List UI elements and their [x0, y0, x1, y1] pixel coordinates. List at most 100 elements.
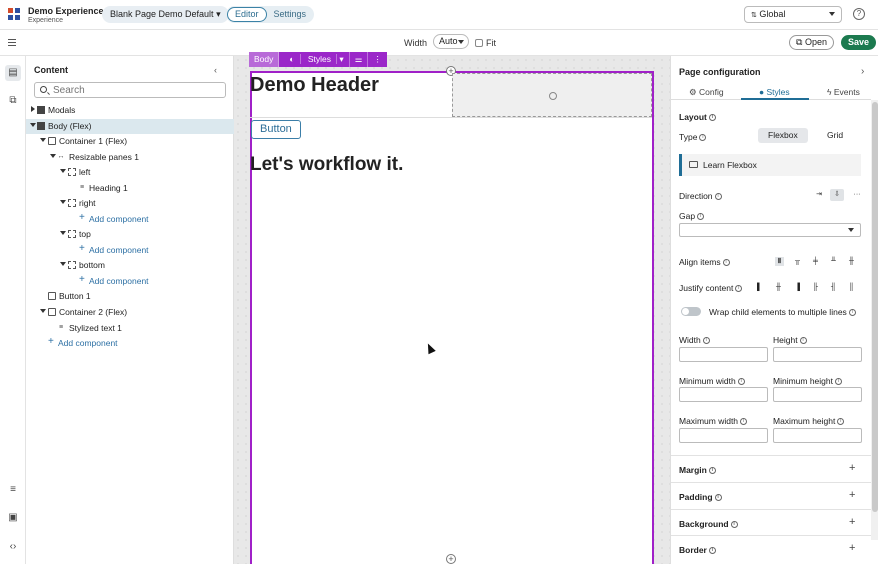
plus-icon: + — [79, 212, 85, 223]
chevron-down-icon[interactable] — [60, 262, 66, 266]
wrap-toggle[interactable] — [681, 307, 701, 316]
tree-item-left[interactable]: left — [26, 165, 234, 180]
min-width-input[interactable] — [679, 387, 768, 402]
tab-settings[interactable]: Settings — [267, 7, 314, 22]
justify-between-icon[interactable]: ╟ — [811, 283, 820, 292]
layout-label: Layout i — [679, 112, 716, 122]
height-input[interactable] — [773, 347, 862, 362]
tree-item-top[interactable]: top — [26, 227, 234, 242]
plus-icon[interactable]: + — [849, 489, 855, 501]
config-scrollbar[interactable] — [871, 100, 878, 540]
chevron-right-icon[interactable]: › — [861, 66, 864, 77]
chevron-down-icon[interactable] — [30, 123, 36, 127]
direction-column-icon[interactable]: ⇩ — [830, 189, 844, 201]
help-icon[interactable]: ? — [853, 8, 865, 20]
background-section[interactable]: Background i + — [671, 509, 871, 536]
page-frame[interactable] — [250, 71, 654, 564]
chevron-down-icon[interactable] — [40, 138, 46, 142]
padding-section[interactable]: Padding i + — [671, 482, 871, 509]
pane-divider[interactable] — [250, 117, 652, 118]
components-icon[interactable]: ⧉ — [5, 93, 21, 109]
add-component-right[interactable]: + Add component — [26, 212, 234, 227]
tree-item-body[interactable]: Body (Flex) — [26, 119, 234, 134]
align-start-icon[interactable]: ╥ — [793, 257, 802, 266]
tree-item-heading-1[interactable]: ≡ Heading 1 — [26, 181, 234, 196]
info-icon: i — [730, 521, 738, 529]
tree-item-bottom[interactable]: bottom — [26, 258, 234, 273]
add-below-icon[interactable]: + — [446, 554, 456, 564]
align-center-icon[interactable]: ╪ — [811, 257, 820, 266]
more-vertical-icon[interactable]: ⋮ — [368, 52, 387, 67]
collapse-panel-icon[interactable]: ‹ — [214, 65, 217, 75]
tab-events[interactable]: ϟ Events — [827, 87, 860, 97]
border-section[interactable]: Border i + — [671, 535, 871, 562]
type-flexbox-button[interactable]: Flexbox — [758, 128, 808, 143]
tree-item-stylized-text-1[interactable]: ≡ Stylized text 1 — [26, 321, 234, 336]
tab-styles[interactable]: ● Styles — [759, 87, 790, 97]
tree-item-right[interactable]: right — [26, 196, 234, 211]
canvas-stylized-text[interactable]: Let's workflow it. — [250, 154, 403, 176]
min-height-label: Minimum height i — [773, 376, 842, 386]
add-component-top[interactable]: + Add component — [26, 243, 234, 258]
save-button[interactable]: Save — [841, 35, 877, 50]
chevron-down-icon[interactable] — [60, 231, 66, 235]
type-grid-button[interactable]: Grid — [817, 128, 853, 143]
info-icon: i — [737, 378, 745, 386]
media-icon[interactable]: ▣ — [5, 510, 21, 526]
width-select[interactable]: Auto — [433, 34, 469, 49]
more-horizontal-icon[interactable]: ··· — [850, 189, 864, 201]
tree-item-container-2[interactable]: Container 2 (Flex) — [26, 305, 234, 320]
settings-sliders-icon[interactable]: ⚌ — [350, 52, 369, 67]
justify-center-icon[interactable]: ╫ — [774, 283, 783, 292]
canvas-heading[interactable]: Demo Header — [250, 74, 379, 97]
gap-select[interactable] — [679, 223, 861, 237]
align-stretch-icon[interactable]: Ⅱ — [775, 257, 784, 266]
add-component-body[interactable]: + Add component — [26, 336, 234, 351]
tab-editor[interactable]: Editor — [227, 7, 267, 22]
right-pane-placeholder[interactable] — [452, 73, 652, 117]
max-height-input[interactable] — [773, 428, 862, 443]
code-icon[interactable]: ‹› — [5, 539, 21, 555]
search-input[interactable] — [53, 84, 223, 96]
database-icon[interactable]: ≡ — [5, 482, 21, 498]
add-circle-icon[interactable] — [549, 92, 557, 100]
chevron-down-icon[interactable] — [60, 200, 66, 204]
scope-icon: ⇅ — [751, 12, 757, 19]
fit-checkbox[interactable]: Fit — [475, 38, 496, 48]
plus-icon[interactable]: + — [849, 516, 855, 528]
open-button[interactable]: ⧉ Open — [789, 35, 834, 50]
align-end-icon[interactable]: ╨ — [829, 257, 838, 266]
direction-row-icon[interactable]: ⇥ — [812, 189, 826, 201]
max-width-input[interactable] — [679, 428, 768, 443]
learn-flexbox-link[interactable]: Learn Flexbox — [679, 154, 861, 176]
align-baseline-icon[interactable]: ╫ — [847, 257, 856, 266]
justify-end-icon[interactable]: ▐ — [793, 283, 802, 292]
scope-select[interactable]: ⇅ Global — [744, 6, 842, 23]
tree-item-container-1[interactable]: Container 1 (Flex) — [26, 134, 234, 149]
chevron-down-icon[interactable] — [60, 169, 66, 173]
justify-around-icon[interactable]: ╢ — [829, 283, 838, 292]
min-height-input[interactable] — [773, 387, 862, 402]
pages-icon[interactable]: ▤ — [5, 65, 21, 81]
chevron-down-icon[interactable] — [40, 309, 46, 313]
tree-item-button-1[interactable]: Button 1 — [26, 289, 234, 304]
info-icon: i — [708, 114, 716, 122]
tree-item-resizable-panes[interactable]: ↔ Resizable panes 1 — [26, 150, 234, 165]
menu-icon[interactable] — [8, 39, 16, 46]
canvas-button[interactable]: Button — [251, 120, 301, 139]
page-select[interactable]: Blank Page Demo Default ▾ — [102, 6, 229, 23]
tab-config[interactable]: ⚙ Config — [689, 87, 724, 98]
scrollbar-thumb[interactable] — [872, 102, 878, 512]
styles-menu[interactable]: ◐ Styles ▾ — [279, 52, 350, 67]
body-tag[interactable]: Body — [249, 52, 280, 67]
chevron-right-icon[interactable] — [31, 106, 35, 112]
add-component-bottom[interactable]: + Add component — [26, 274, 234, 289]
chevron-down-icon[interactable] — [50, 154, 56, 158]
plus-icon[interactable]: + — [849, 542, 855, 554]
margin-section[interactable]: Margin i + — [671, 455, 871, 482]
plus-icon[interactable]: + — [849, 462, 855, 474]
width-input[interactable] — [679, 347, 768, 362]
justify-evenly-icon[interactable]: ║ — [847, 283, 856, 292]
tree-item-modals[interactable]: Modals — [26, 103, 234, 118]
justify-start-icon[interactable]: ▌ — [755, 283, 764, 292]
